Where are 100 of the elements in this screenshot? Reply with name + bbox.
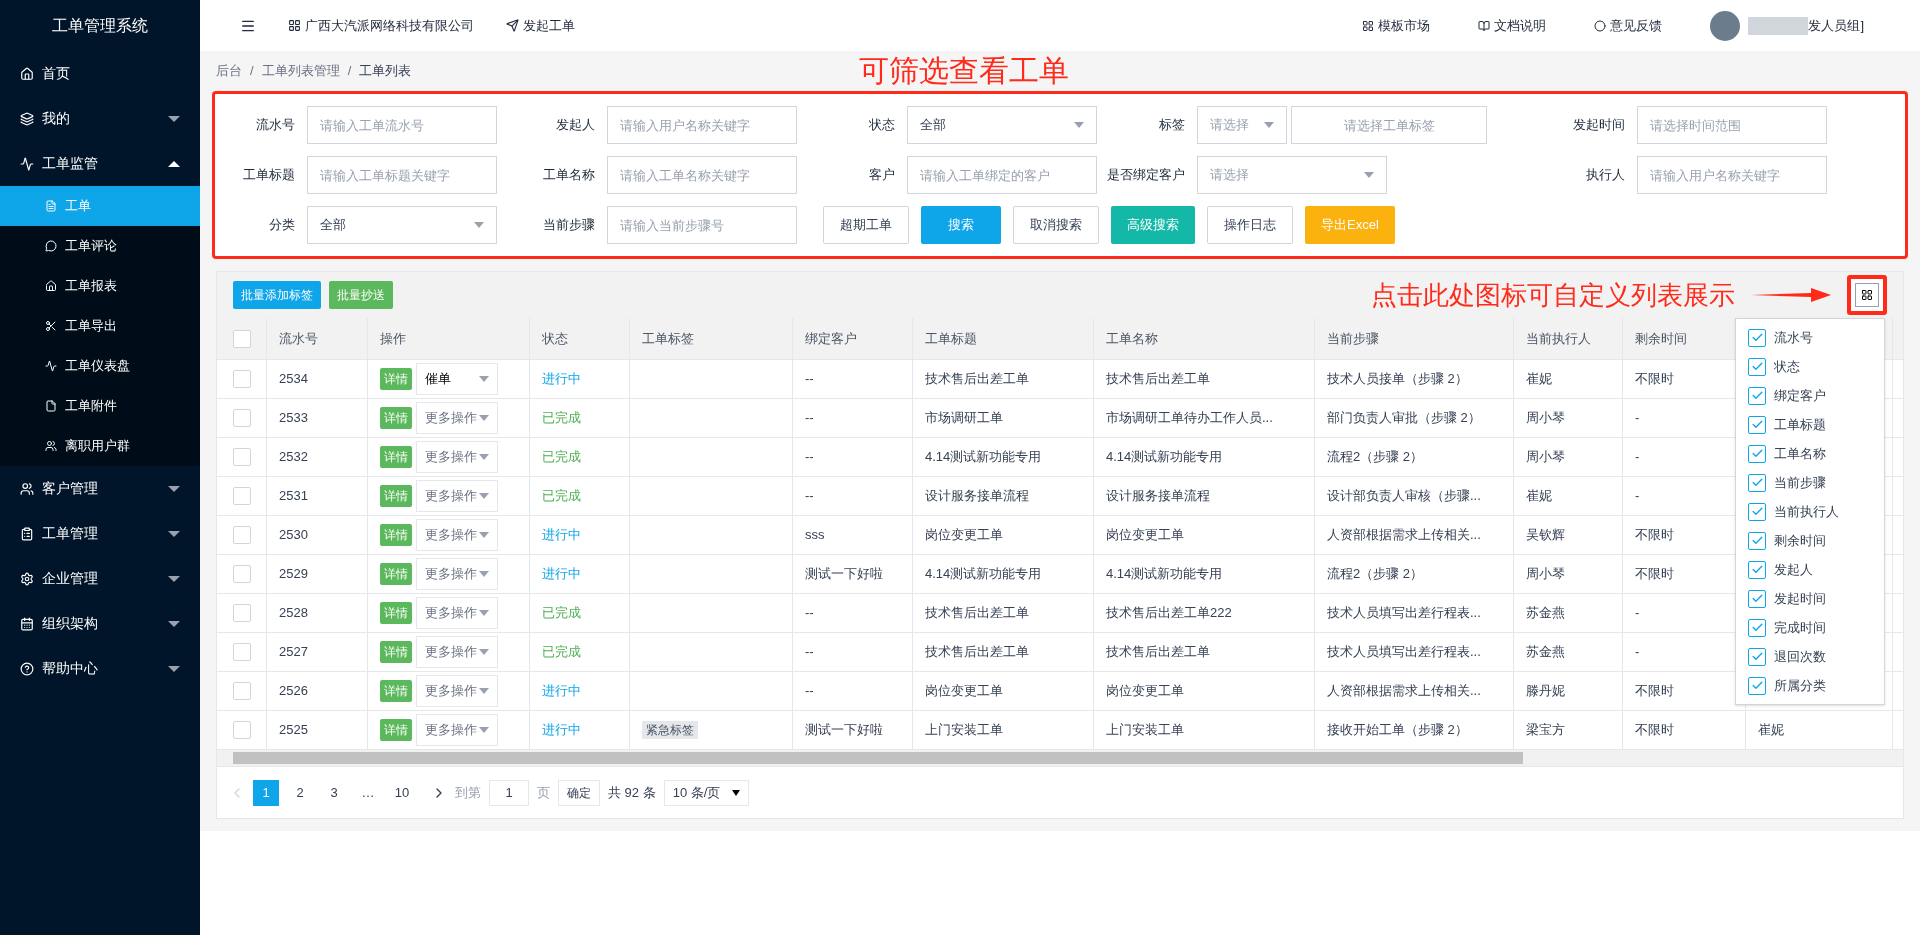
filter-button[interactable]: 超期工单 — [823, 206, 909, 244]
sidebar-item[interactable]: 组织架构 — [0, 601, 200, 646]
action-select[interactable]: 更多操作 — [416, 636, 498, 668]
status-text: 进行中 — [542, 370, 581, 389]
column-option[interactable]: 流水号 — [1736, 323, 1884, 352]
header-link[interactable]: 文档说明 — [1478, 15, 1547, 36]
table-cell-text: 上门安装工单 — [1106, 721, 1184, 740]
sidebar-subitem[interactable]: 工单附件 — [0, 386, 200, 426]
input-field[interactable]: 请输入用户名称关键字 — [607, 106, 797, 144]
page-button[interactable]: 10 — [389, 779, 415, 806]
column-option[interactable]: 绑定客户 — [1736, 381, 1884, 410]
action-select[interactable]: 更多操作 — [416, 402, 498, 434]
checkbox[interactable] — [1748, 357, 1766, 376]
confirm-button[interactable]: 确定 — [558, 779, 600, 806]
input-field[interactable]: 请输入工单标题关键字 — [307, 156, 497, 194]
checkbox[interactable] — [232, 329, 251, 348]
app-title: 工单管理系统 — [52, 15, 148, 36]
checkbox[interactable] — [1748, 444, 1766, 463]
page-button[interactable]: … — [355, 779, 381, 806]
input-field[interactable]: 请输入工单名称关键字 — [607, 156, 797, 194]
column-option[interactable]: 发起时间 — [1736, 584, 1884, 613]
table-cell-text: 4.14测试新功能专用 — [1106, 448, 1223, 467]
checkbox[interactable] — [232, 409, 251, 427]
column-option[interactable]: 退回次数 — [1736, 642, 1884, 671]
sidebar-item[interactable]: 我的 — [0, 96, 200, 141]
checkbox[interactable] — [1748, 415, 1766, 434]
checkbox[interactable] — [1748, 328, 1766, 347]
header-link[interactable]: 模板市场 — [1362, 15, 1431, 36]
action-select[interactable]: 更多操作 — [416, 597, 498, 629]
checkbox[interactable] — [232, 526, 251, 544]
column-option[interactable]: 工单标题 — [1736, 410, 1884, 439]
action-select[interactable]: 催单 — [416, 363, 498, 395]
action-select[interactable]: 更多操作 — [416, 558, 498, 590]
user-group[interactable]: 发人员组] — [1808, 15, 1864, 36]
input-field[interactable]: 请输入用户名称关键字 — [1637, 156, 1827, 194]
filter-button[interactable]: 操作日志 — [1207, 206, 1293, 244]
checkbox[interactable] — [1748, 560, 1766, 579]
input-field[interactable]: 请输入工单流水号 — [307, 106, 497, 144]
input-field[interactable]: 请选择时间范围 — [1637, 106, 1827, 144]
checkbox[interactable] — [232, 721, 251, 739]
sidebar-item[interactable]: 企业管理 — [0, 556, 200, 601]
column-option[interactable]: 发起人 — [1736, 555, 1884, 584]
checkbox[interactable] — [1748, 676, 1766, 695]
page-button[interactable]: 3 — [321, 779, 347, 806]
input-field[interactable]: 请选择工单标签 — [1291, 106, 1487, 144]
checkbox[interactable] — [232, 370, 251, 388]
sidebar-subitem[interactable]: 工单报表 — [0, 266, 200, 306]
select-field[interactable]: 全部 — [307, 206, 497, 244]
action-select[interactable]: 更多操作 — [416, 480, 498, 512]
sidebar-subitem[interactable]: 工单仪表盘 — [0, 346, 200, 386]
avatar[interactable] — [1710, 10, 1741, 41]
checkbox[interactable] — [1748, 531, 1766, 550]
filter-button[interactable]: 取消搜索 — [1013, 206, 1099, 244]
column-option[interactable]: 所属分类 — [1736, 671, 1884, 700]
action-select[interactable]: 更多操作 — [416, 714, 498, 746]
checkbox[interactable] — [1748, 647, 1766, 666]
action-select[interactable]: 更多操作 — [416, 441, 498, 473]
input-field[interactable]: 请输入当前步骤号 — [607, 206, 797, 244]
sidebar-item[interactable]: 帮助中心 — [0, 646, 200, 691]
column-settings-button[interactable] — [1855, 283, 1879, 307]
page-input[interactable]: 1 — [489, 779, 529, 806]
column-option[interactable]: 当前步骤 — [1736, 468, 1884, 497]
sidebar-item[interactable]: 首页 — [0, 51, 200, 96]
checkbox[interactable] — [1748, 473, 1766, 492]
checkbox[interactable] — [232, 682, 251, 700]
column-option[interactable]: 剩余时间 — [1736, 526, 1884, 555]
table-cell-text: 设计服务接单流程 — [925, 487, 1029, 506]
page-size-select[interactable]: 10 条/页 — [663, 779, 750, 806]
column-option[interactable]: 状态 — [1736, 352, 1884, 381]
checkbox[interactable] — [232, 643, 251, 661]
input-field[interactable]: 请输入工单绑定的客户 — [907, 156, 1097, 194]
sidebar-item[interactable]: 工单监管 — [0, 141, 200, 186]
checkbox[interactable] — [232, 448, 251, 466]
new-ticket-link[interactable]: 发起工单 — [506, 15, 575, 36]
page-button[interactable]: 2 — [287, 779, 313, 806]
column-option[interactable]: 完成时间 — [1736, 613, 1884, 642]
sidebar-subitem[interactable]: 工单导出 — [0, 306, 200, 346]
action-select[interactable]: 更多操作 — [416, 675, 498, 707]
sidebar-subitem[interactable]: 离职用户群 — [0, 426, 200, 466]
table-cell-text: 部门负责人审批（步骤 2） — [1327, 409, 1481, 428]
checkbox[interactable] — [232, 565, 251, 583]
sidebar-item[interactable]: 工单管理 — [0, 511, 200, 556]
table-cell-text: -- — [805, 643, 814, 662]
company-link[interactable]: 广西大汽派网络科技有限公司 — [288, 15, 474, 36]
column-option[interactable]: 当前执行人 — [1736, 497, 1884, 526]
select-field[interactable]: 全部 — [907, 106, 1097, 144]
checkbox[interactable] — [1748, 386, 1766, 405]
horizontal-scrollbar[interactable] — [217, 750, 1903, 766]
sidebar-item[interactable]: 客户管理 — [0, 466, 200, 511]
column-option[interactable]: 工单名称 — [1736, 439, 1884, 468]
sidebar-subitem[interactable]: 工单评论 — [0, 226, 200, 266]
breadcrumb-item[interactable]: 工单列表管理 — [261, 61, 340, 81]
checkbox[interactable] — [232, 487, 251, 505]
header-link[interactable]: 意见反馈 — [1594, 15, 1663, 36]
breadcrumb-item[interactable]: 后台 — [216, 61, 242, 81]
checkbox[interactable] — [1748, 618, 1766, 637]
checkbox[interactable] — [1748, 589, 1766, 608]
action-select[interactable]: 更多操作 — [416, 519, 498, 551]
checkbox[interactable] — [1748, 502, 1766, 521]
checkbox[interactable] — [232, 604, 251, 622]
